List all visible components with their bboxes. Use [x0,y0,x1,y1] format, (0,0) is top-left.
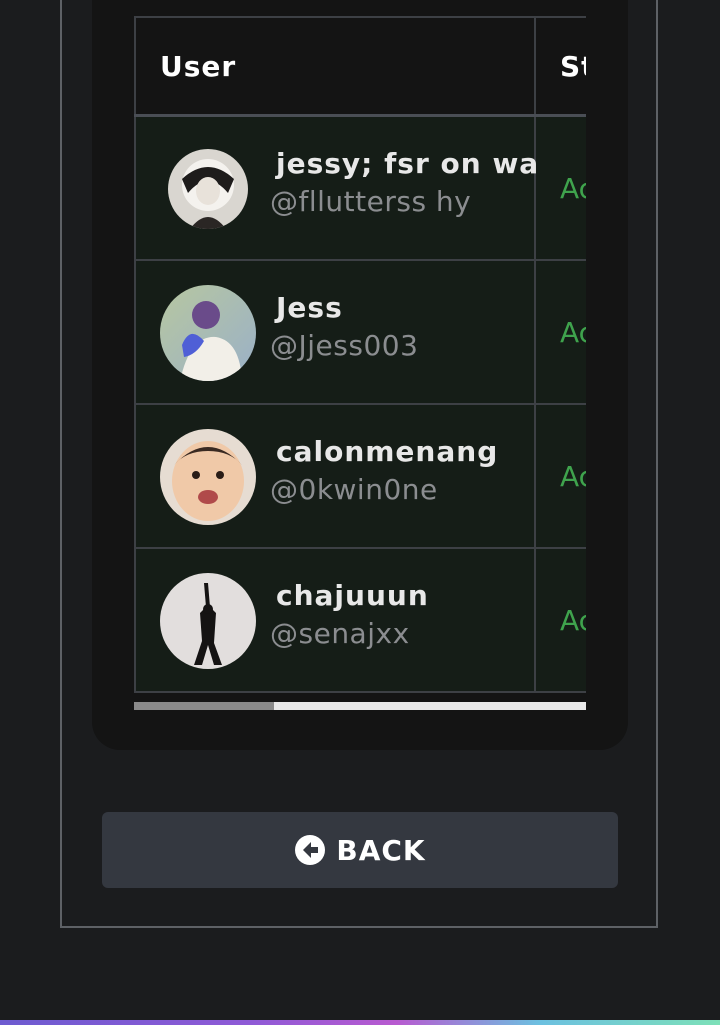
user-display-name: Jess [276,291,343,324]
bottom-accent-bar [0,1020,720,1025]
user-handle: @fllutterss hy [270,185,472,218]
table-header-row: User Status [134,16,586,117]
avatar[interactable] [160,285,256,381]
back-button-label: BACK [336,833,426,867]
user-handle: @senajxx [270,617,410,650]
user-handle: @Jjess003 [270,329,419,362]
status-cell: Active [534,547,586,693]
user-display-name: chajuuun [276,579,429,612]
user-display-name: jessy; fsr on wa [276,147,540,180]
scrollbar-thumb[interactable] [134,702,274,710]
user-cell: chajuuun @senajxx [136,549,534,691]
user-display-name: calonmenang [276,435,499,468]
back-button[interactable]: BACK [102,812,618,888]
table-row[interactable]: chajuuun @senajxx Active [134,547,586,693]
table-horizontal-scrollbar[interactable] [134,702,586,710]
user-handle: @0kwin0ne [270,473,438,506]
table-row[interactable]: calonmenang @0kwin0ne Active [134,403,586,549]
column-header-status[interactable]: Status [534,16,586,117]
status-cell: Active [534,403,586,549]
status-cell: Active [534,259,586,405]
user-cell: calonmenang @0kwin0ne [136,405,534,547]
users-table-viewport[interactable]: User Status [134,16,586,702]
table-row[interactable]: jessy; fsr on wa @fllutterss hy Active [134,114,586,261]
user-cell: jessy; fsr on wa @fllutterss hy [136,117,538,259]
table-row[interactable]: Jess @Jjess003 Active [134,259,586,405]
avatar[interactable] [160,573,256,669]
status-cell: Active [534,114,586,261]
column-header-user[interactable]: User [134,16,536,117]
user-cell: Jess @Jjess003 [136,261,534,403]
avatar[interactable] [160,429,256,525]
arrow-circle-left-icon [294,834,326,866]
users-table: User Status [134,16,586,693]
avatar[interactable] [168,149,248,229]
